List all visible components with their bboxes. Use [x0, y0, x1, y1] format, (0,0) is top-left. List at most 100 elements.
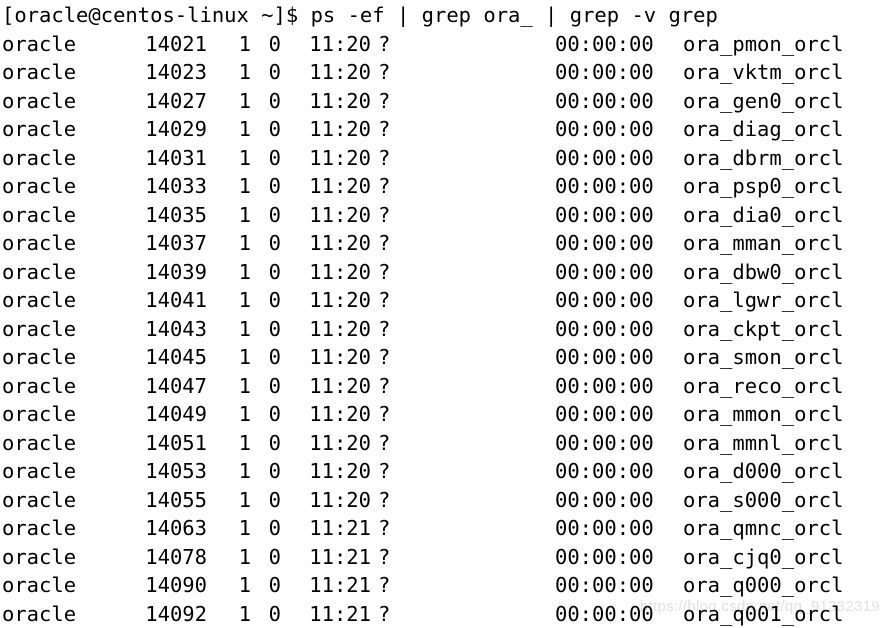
process-ppid: 1 — [238, 516, 251, 540]
process-user: oracle — [2, 487, 77, 512]
process-user: oracle — [2, 259, 77, 284]
process-cpu: 0 — [268, 202, 281, 227]
process-stime: 11:20 — [309, 174, 371, 198]
process-time: 00:00:00 — [555, 459, 654, 483]
process-stime: 11:20 — [309, 345, 371, 369]
process-command: ora_ckpt_orcl — [683, 316, 844, 341]
process-pid: 14041 — [145, 288, 207, 312]
process-command: ora_pmon_orcl — [683, 31, 844, 56]
process-user: oracle — [2, 117, 77, 141]
process-user: oracle — [2, 373, 77, 398]
process-time: 00:00:00 — [555, 544, 654, 569]
process-ppid: 1 — [238, 288, 251, 312]
process-ppid: 1 — [238, 31, 251, 56]
command-text: ps -ef | grep ora_ | grep -v grep — [310, 3, 718, 27]
process-ppid: 1 — [238, 117, 251, 141]
process-ppid: 1 — [238, 430, 251, 455]
process-command: ora_dbw0_orcl — [683, 259, 844, 284]
process-cpu: 0 — [268, 145, 281, 170]
process-cpu: 0 — [268, 516, 281, 540]
process-pid: 14029 — [145, 117, 207, 141]
process-user: oracle — [2, 402, 77, 426]
process-ppid: 1 — [238, 88, 251, 113]
process-stime: 11:20 — [309, 31, 371, 56]
process-pid: 14049 — [145, 402, 207, 426]
process-cpu: 0 — [268, 345, 281, 369]
process-row: oracle 14055 1 0 11:20? 00:00:00 ora_s000_orcl — [0, 486, 886, 515]
process-stime: 11:20 — [309, 373, 371, 398]
process-stime: 11:21 — [309, 516, 371, 540]
process-time: 00:00:00 — [555, 174, 654, 198]
process-command: ora_q000_orcl — [683, 573, 844, 597]
process-cpu: 0 — [268, 373, 281, 398]
process-ppid: 1 — [238, 601, 251, 626]
terminal-window[interactable]: [oracle@centos-linux ~]$ ps -ef | grep o… — [0, 0, 886, 628]
process-stime: 11:20 — [309, 402, 371, 426]
process-time: 00:00:00 — [555, 288, 654, 312]
process-stime: 11:20 — [309, 487, 371, 512]
process-tty: ? — [378, 174, 391, 198]
process-user: oracle — [2, 516, 77, 540]
process-tty: ? — [378, 516, 391, 540]
process-tty: ? — [378, 117, 391, 141]
process-command: ora_lgwr_orcl — [683, 288, 844, 312]
process-command: ora_qmnc_orcl — [683, 516, 844, 540]
process-pid: 14045 — [145, 345, 207, 369]
process-ppid: 1 — [238, 316, 251, 341]
process-pid: 14090 — [145, 573, 207, 597]
process-row: oracle 14029 1 0 11:20? 00:00:00 ora_diag_orcl — [0, 115, 886, 144]
process-stime: 11:20 — [309, 202, 371, 227]
process-cpu: 0 — [268, 573, 281, 597]
process-pid: 14047 — [145, 373, 207, 398]
process-user: oracle — [2, 145, 77, 170]
process-row: oracle 14045 1 0 11:20? 00:00:00 ora_smon_orcl — [0, 343, 886, 372]
process-user: oracle — [2, 316, 77, 341]
process-cpu: 0 — [268, 288, 281, 312]
process-stime: 11:20 — [309, 231, 371, 255]
process-row: oracle 14092 1 0 11:21? 00:00:00 ora_q001_orcl — [0, 600, 886, 628]
process-tty: ? — [378, 202, 391, 227]
process-row: oracle 14053 1 0 11:20? 00:00:00 ora_d000_orcl — [0, 457, 886, 486]
process-user: oracle — [2, 31, 77, 56]
process-row: oracle 14023 1 0 11:20? 00:00:00 ora_vktm_orcl — [0, 58, 886, 87]
process-ppid: 1 — [238, 487, 251, 512]
process-stime: 11:21 — [309, 601, 371, 626]
process-time: 00:00:00 — [555, 373, 654, 398]
process-row: oracle 14033 1 0 11:20? 00:00:00 ora_psp0_orcl — [0, 172, 886, 201]
process-ppid: 1 — [238, 202, 251, 227]
process-command: ora_mmnl_orcl — [683, 430, 844, 455]
process-tty: ? — [378, 345, 391, 369]
process-pid: 14021 — [145, 31, 207, 56]
process-stime: 11:21 — [309, 544, 371, 569]
process-stime: 11:20 — [309, 117, 371, 141]
process-command: ora_diag_orcl — [683, 117, 844, 141]
process-tty: ? — [378, 316, 391, 341]
process-user: oracle — [2, 88, 77, 113]
process-command: ora_q001_orcl — [683, 601, 844, 626]
process-command: ora_psp0_orcl — [683, 174, 844, 198]
process-time: 00:00:00 — [555, 601, 654, 626]
process-pid: 14053 — [145, 459, 207, 483]
process-time: 00:00:00 — [555, 231, 654, 255]
process-command: ora_dia0_orcl — [683, 202, 844, 227]
process-tty: ? — [378, 601, 391, 626]
shell-prompt: [oracle@centos-linux ~]$ — [2, 3, 311, 27]
process-time: 00:00:00 — [555, 573, 654, 597]
process-stime: 11:20 — [309, 430, 371, 455]
process-stime: 11:20 — [309, 145, 371, 170]
process-tty: ? — [378, 373, 391, 398]
process-user: oracle — [2, 430, 77, 455]
process-stime: 11:21 — [309, 573, 371, 597]
process-tty: ? — [378, 231, 391, 255]
process-row: oracle 14031 1 0 11:20? 00:00:00 ora_dbrm_orcl — [0, 144, 886, 173]
process-tty: ? — [378, 402, 391, 426]
process-cpu: 0 — [268, 459, 281, 483]
process-tty: ? — [378, 31, 391, 56]
command-line: [oracle@centos-linux ~]$ ps -ef | grep o… — [0, 1, 886, 30]
process-row: oracle 14039 1 0 11:20? 00:00:00 ora_dbw0_orcl — [0, 258, 886, 287]
process-pid: 14031 — [145, 145, 207, 170]
process-time: 00:00:00 — [555, 402, 654, 426]
process-ppid: 1 — [238, 259, 251, 284]
process-time: 00:00:00 — [555, 430, 654, 455]
process-pid: 14037 — [145, 231, 207, 255]
